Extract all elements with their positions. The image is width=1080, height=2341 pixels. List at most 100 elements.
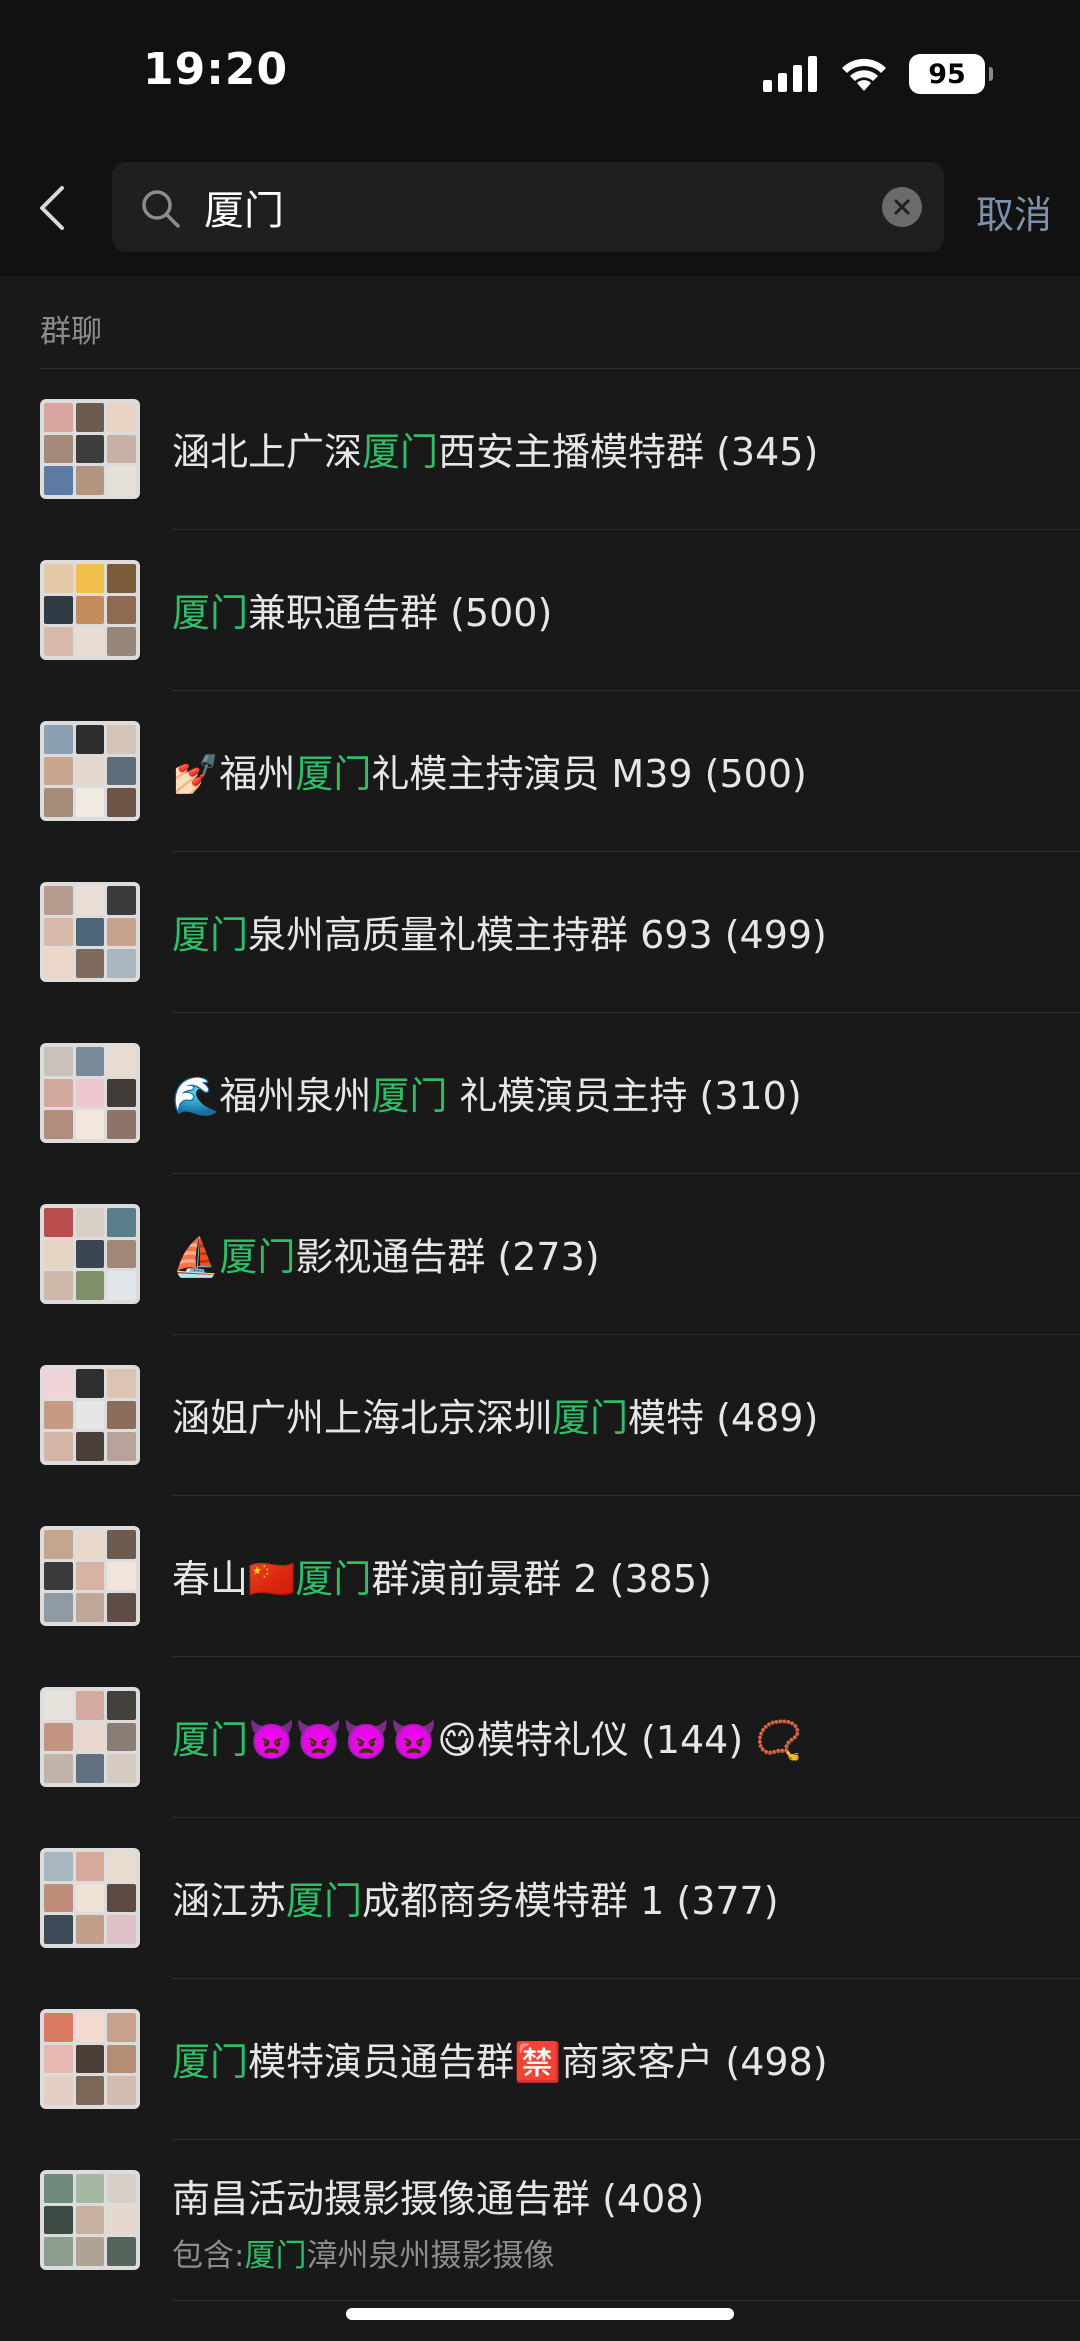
back-button[interactable] bbox=[38, 178, 78, 238]
search-input[interactable] bbox=[204, 162, 844, 252]
battery-icon: 95 bbox=[909, 54, 993, 94]
group-avatar-icon bbox=[40, 2170, 140, 2270]
member-avatar-tile bbox=[44, 434, 73, 464]
group-chat-row[interactable]: 厦门模特演员通告群🈲商家客户 (498) bbox=[0, 1979, 1080, 2140]
group-chat-title: 厦门👿👿👿👿😋模特礼仪 (144) 📿 bbox=[172, 1709, 803, 1764]
group-chat-row[interactable]: 💅🏻福州厦门礼模主持演员 M39 (500) bbox=[0, 691, 1080, 852]
group-chat-subtitle: 包含:厦门漳州泉州摄影摄像 bbox=[172, 2230, 554, 2275]
member-avatar-tile bbox=[75, 1110, 105, 1139]
member-avatar-tile bbox=[44, 1208, 73, 1237]
member-avatar-tile bbox=[107, 1883, 136, 1913]
signal-icon bbox=[763, 56, 817, 92]
member-avatar-tile bbox=[75, 1530, 105, 1559]
group-chat-title: 厦门泉州高质量礼模主持群 693 (499) bbox=[172, 904, 827, 959]
title-suffix: 西安主播模特群 (345) bbox=[438, 430, 819, 474]
member-avatar-tile bbox=[75, 1369, 105, 1398]
title-suffix: 成都商务模特群 1 (377) bbox=[362, 1879, 779, 1923]
home-indicator bbox=[346, 2308, 734, 2320]
group-chat-title: 厦门模特演员通告群🈲商家客户 (498) bbox=[172, 2031, 828, 2086]
member-avatar-tile bbox=[44, 1369, 73, 1398]
match-highlight: 厦门 bbox=[172, 1718, 249, 1762]
member-avatar-tile bbox=[44, 2013, 73, 2042]
member-avatar-tile bbox=[75, 564, 105, 593]
member-avatar-tile bbox=[75, 1078, 105, 1108]
member-avatar-tile bbox=[75, 2205, 105, 2235]
subtitle-suffix: 漳州泉州摄影摄像 bbox=[306, 2238, 555, 2274]
group-avatar-icon bbox=[40, 2009, 140, 2109]
member-avatar-tile bbox=[75, 1883, 105, 1913]
member-avatar-tile bbox=[44, 403, 73, 432]
group-chat-row[interactable]: 涵姐广州上海北京深圳厦门模特 (489) bbox=[0, 1335, 1080, 1496]
group-chat-row[interactable]: 春山🇨🇳厦门群演前景群 2 (385) bbox=[0, 1496, 1080, 1657]
title-suffix: 礼模演员主持 (310) bbox=[447, 1074, 802, 1118]
member-avatar-tile bbox=[44, 1271, 73, 1300]
match-highlight: 厦门 bbox=[371, 1074, 448, 1118]
member-avatar-tile bbox=[107, 1915, 136, 1944]
group-chat-row[interactable]: 厦门👿👿👿👿😋模特礼仪 (144) 📿 bbox=[0, 1657, 1080, 1818]
member-avatar-tile bbox=[107, 1208, 136, 1237]
clear-search-button[interactable] bbox=[882, 187, 922, 227]
match-highlight: 厦门 bbox=[295, 752, 372, 796]
member-avatar-tile bbox=[107, 725, 136, 754]
clear-icon bbox=[894, 199, 910, 215]
member-avatar-tile bbox=[75, 917, 105, 947]
search-box[interactable] bbox=[112, 162, 944, 252]
member-avatar-tile bbox=[75, 1400, 105, 1430]
group-chat-title: 涵北上广深厦门西安主播模特群 (345) bbox=[172, 421, 818, 476]
title-prefix: ⛵ bbox=[172, 1235, 220, 1279]
member-avatar-tile bbox=[75, 1239, 105, 1269]
group-avatar-icon bbox=[40, 1526, 140, 1626]
cancel-button[interactable]: 取消 bbox=[976, 184, 1052, 239]
group-chat-row[interactable]: 涵北上广深厦门西安主播模特群 (345) bbox=[0, 369, 1080, 530]
group-chat-row[interactable]: 厦门兼职通告群 (500) bbox=[0, 530, 1080, 691]
member-avatar-tile bbox=[75, 403, 105, 432]
member-avatar-tile bbox=[44, 788, 73, 817]
group-chat-row[interactable]: 🌊福州泉州厦门 礼模演员主持 (310) bbox=[0, 1013, 1080, 1174]
member-avatar-tile bbox=[75, 1432, 105, 1461]
title-suffix: 模特演员通告群🈲商家客户 (498) bbox=[248, 2040, 828, 2084]
member-avatar-tile bbox=[107, 1691, 136, 1720]
member-avatar-tile bbox=[75, 756, 105, 786]
member-avatar-tile bbox=[44, 2076, 73, 2105]
member-avatar-tile bbox=[44, 564, 73, 593]
member-avatar-tile bbox=[107, 595, 136, 625]
group-chat-row[interactable]: 南昌活动摄影摄像通告群 (408) 包含:厦门漳州泉州摄影摄像 bbox=[0, 2140, 1080, 2301]
match-highlight: 厦门 bbox=[362, 430, 439, 474]
member-avatar-tile bbox=[107, 1722, 136, 1752]
match-highlight: 厦门 bbox=[219, 1235, 296, 1279]
member-avatar-tile bbox=[107, 917, 136, 947]
member-avatar-tile bbox=[44, 2205, 73, 2235]
group-chat-row[interactable]: ⛵厦门影视通告群 (273) bbox=[0, 1174, 1080, 1335]
member-avatar-tile bbox=[107, 1239, 136, 1269]
match-highlight: 厦门 bbox=[295, 1557, 372, 1601]
member-avatar-tile bbox=[44, 1432, 73, 1461]
title-suffix: 模特 (489) bbox=[628, 1396, 819, 1440]
member-avatar-tile bbox=[44, 1239, 73, 1269]
group-chat-row[interactable]: 厦门泉州高质量礼模主持群 693 (499) bbox=[0, 852, 1080, 1013]
member-avatar-tile bbox=[75, 2237, 105, 2266]
group-chat-list: 涵北上广深厦门西安主播模特群 (345) 厦门兼职通告群 (500) 💅🏻福州厦门礼… bbox=[0, 369, 1080, 2301]
title-suffix: 礼模主持演员 M39 (500) bbox=[371, 752, 807, 796]
section-label: 群聊 bbox=[40, 314, 102, 350]
match-highlight: 厦门 bbox=[552, 1396, 629, 1440]
member-avatar-tile bbox=[75, 1271, 105, 1300]
member-avatar-tile bbox=[44, 949, 73, 978]
member-avatar-tile bbox=[44, 2044, 73, 2074]
member-avatar-tile bbox=[107, 1078, 136, 1108]
member-avatar-tile bbox=[107, 1852, 136, 1881]
member-avatar-tile bbox=[75, 2044, 105, 2074]
member-avatar-tile bbox=[107, 1754, 136, 1783]
member-avatar-tile bbox=[107, 466, 136, 495]
member-avatar-tile bbox=[44, 1754, 73, 1783]
member-avatar-tile bbox=[44, 1593, 73, 1622]
member-avatar-tile bbox=[75, 627, 105, 656]
member-avatar-tile bbox=[44, 627, 73, 656]
member-avatar-tile bbox=[44, 1722, 73, 1752]
match-highlight: 厦门 bbox=[286, 1879, 363, 1923]
match-highlight: 厦门 bbox=[172, 913, 249, 957]
member-avatar-tile bbox=[107, 627, 136, 656]
member-avatar-tile bbox=[44, 2174, 73, 2203]
member-avatar-tile bbox=[75, 949, 105, 978]
group-chat-row[interactable]: 涵江苏厦门成都商务模特群 1 (377) bbox=[0, 1818, 1080, 1979]
member-avatar-tile bbox=[44, 1915, 73, 1944]
